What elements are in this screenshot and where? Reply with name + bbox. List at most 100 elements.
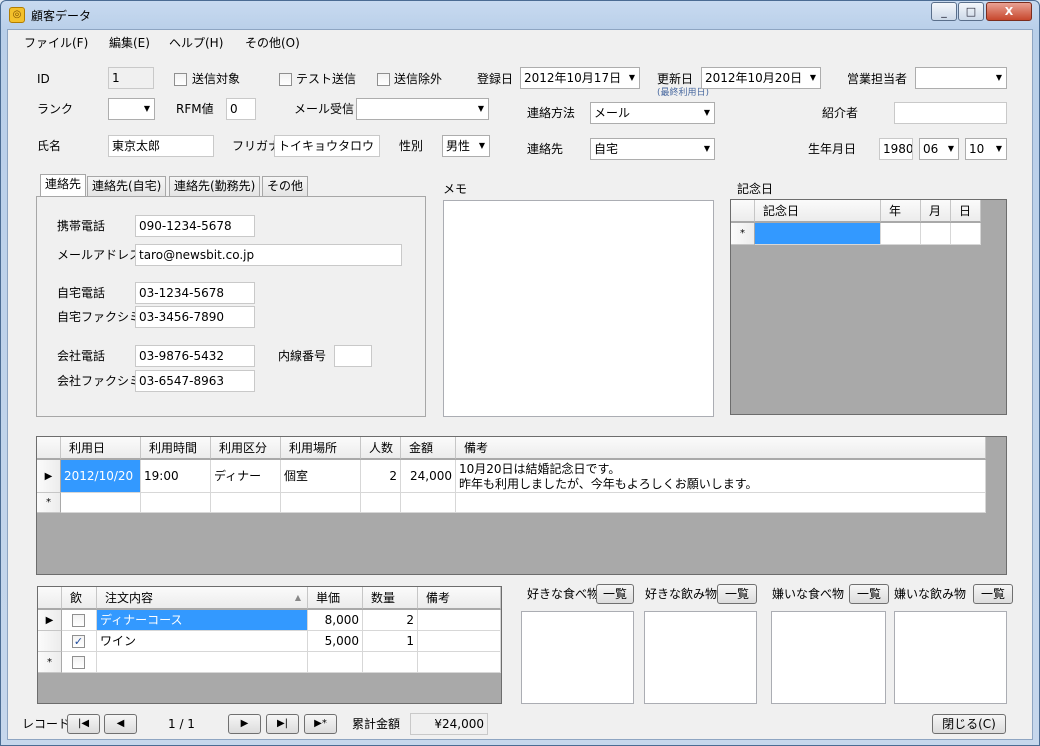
extension-field[interactable]: [334, 345, 372, 367]
usage-new-cell[interactable]: [456, 493, 986, 513]
orders-cell-note[interactable]: [418, 610, 501, 631]
maximize-button[interactable]: □: [958, 2, 984, 21]
email-field[interactable]: taro@newsbit.co.jp: [135, 244, 402, 266]
tab-contact-work[interactable]: 連絡先(勤務先): [169, 176, 261, 197]
orders-cell-price[interactable]: 5,000: [308, 631, 363, 652]
usage-cell-people[interactable]: 2: [361, 460, 401, 493]
mobile-field[interactable]: 090-1234-5678: [135, 215, 255, 237]
orders-new-cell[interactable]: [363, 652, 418, 673]
orders-new-cell[interactable]: [97, 652, 308, 673]
usage-col-date[interactable]: 利用日: [61, 437, 141, 459]
anniversary-cell-date[interactable]: [755, 223, 881, 245]
tab-contact[interactable]: 連絡先: [40, 174, 87, 197]
menu-edit[interactable]: 編集(E): [105, 34, 154, 52]
usage-new-cell[interactable]: [141, 493, 211, 513]
furigana-field[interactable]: トイキョウタロウ: [274, 135, 380, 157]
next-record-button[interactable]: ▶: [228, 714, 261, 734]
prev-record-button[interactable]: ◀: [104, 714, 137, 734]
tab-other[interactable]: その他: [262, 176, 309, 197]
usage-col-people[interactable]: 人数: [361, 437, 401, 459]
update-date-picker[interactable]: 2012年10月20日 ▼: [701, 67, 821, 89]
usage-cell-place[interactable]: 個室: [281, 460, 361, 493]
usage-new-cell[interactable]: [401, 493, 456, 513]
birth-day-combo[interactable]: 10 ▼: [965, 138, 1007, 160]
anniversary-col-date[interactable]: 記念日: [755, 200, 881, 222]
drink-checkbox[interactable]: [72, 614, 85, 627]
register-date-picker[interactable]: 2012年10月17日 ▼: [520, 67, 640, 89]
name-field[interactable]: 東京太郎: [108, 135, 214, 157]
close-button[interactable]: 閉じる(C): [932, 714, 1006, 734]
anniversary-col-year[interactable]: 年: [881, 200, 921, 222]
usage-new-cell[interactable]: [61, 493, 141, 513]
office-fax-field[interactable]: 03-6547-8963: [135, 370, 255, 392]
orders-col-note[interactable]: 備考: [418, 587, 501, 609]
usage-cell-note[interactable]: 10月20日は結婚記念日です。 昨年も利用しましたが、今年もよろしくお願いします…: [456, 460, 986, 493]
orders-cell-item[interactable]: ワイン: [97, 631, 308, 652]
orders-col-drink[interactable]: 飲: [62, 587, 97, 609]
first-record-button[interactable]: |◀: [67, 714, 100, 734]
pref-box-drink-dislike[interactable]: [894, 611, 1007, 704]
usage-col-place[interactable]: 利用場所: [281, 437, 361, 459]
new-record-button[interactable]: ▶*: [304, 714, 337, 734]
mail-receive-combo[interactable]: ▼: [356, 98, 489, 120]
minimize-button[interactable]: _: [931, 2, 957, 21]
drink-checkbox[interactable]: [72, 656, 85, 669]
anniversary-col-day[interactable]: 日: [951, 200, 981, 222]
list-button-drink-like[interactable]: 一覧: [717, 584, 757, 604]
list-button-food-like[interactable]: 一覧: [596, 584, 634, 604]
usage-cell-amount[interactable]: 24,000: [401, 460, 456, 493]
anniversary-col-month[interactable]: 月: [921, 200, 951, 222]
anniversary-cell-year[interactable]: [881, 223, 921, 245]
menu-help[interactable]: ヘルプ(H): [165, 34, 227, 52]
orders-cell-price[interactable]: 8,000: [308, 610, 363, 631]
birth-month-combo[interactable]: 06 ▼: [919, 138, 959, 160]
usage-col-amount[interactable]: 金額: [401, 437, 456, 459]
usage-new-cell[interactable]: [361, 493, 401, 513]
tab-contact-home[interactable]: 連絡先(自宅): [87, 176, 167, 197]
id-field[interactable]: 1: [108, 67, 154, 89]
orders-col-price[interactable]: 単価: [308, 587, 363, 609]
send-target-checkbox[interactable]: [174, 73, 187, 86]
home-fax-field[interactable]: 03-3456-7890: [135, 306, 255, 328]
anniversary-cell-day[interactable]: [951, 223, 981, 245]
pref-box-food-dislike[interactable]: [771, 611, 886, 704]
last-record-button[interactable]: ▶|: [266, 714, 299, 734]
drink-checkbox[interactable]: ✓: [72, 635, 85, 648]
usage-new-cell[interactable]: [281, 493, 361, 513]
rank-combo[interactable]: ▼: [108, 98, 155, 120]
menu-file[interactable]: ファイル(F): [20, 34, 92, 52]
rfm-field[interactable]: 0: [226, 98, 256, 120]
list-button-drink-dislike[interactable]: 一覧: [973, 584, 1013, 604]
contact-method-combo[interactable]: メール ▼: [590, 102, 715, 124]
orders-cell-qty[interactable]: 1: [363, 631, 418, 652]
gender-combo[interactable]: 男性 ▼: [442, 135, 490, 157]
usage-cell-type[interactable]: ディナー: [211, 460, 281, 493]
usage-new-cell[interactable]: [211, 493, 281, 513]
home-tel-field[interactable]: 03-1234-5678: [135, 282, 255, 304]
birth-year-field[interactable]: 1980: [879, 138, 913, 160]
list-button-food-dislike[interactable]: 一覧: [849, 584, 889, 604]
usage-col-time[interactable]: 利用時間: [141, 437, 211, 459]
anniversary-cell-month[interactable]: [921, 223, 951, 245]
orders-col-item[interactable]: 注文内容 ▲: [97, 587, 308, 609]
orders-cell-qty[interactable]: 2: [363, 610, 418, 631]
orders-new-cell[interactable]: [418, 652, 501, 673]
memo-textarea[interactable]: [443, 200, 714, 417]
test-send-checkbox[interactable]: [279, 73, 292, 86]
orders-cell-item[interactable]: ディナーコース: [97, 610, 308, 631]
orders-cell-note[interactable]: [418, 631, 501, 652]
orders-col-qty[interactable]: 数量: [363, 587, 418, 609]
send-exclude-checkbox[interactable]: [377, 73, 390, 86]
introducer-field[interactable]: [894, 102, 1007, 124]
menu-other[interactable]: その他(O): [241, 34, 304, 52]
pref-box-drink-like[interactable]: [644, 611, 757, 704]
usage-cell-time[interactable]: 19:00: [141, 460, 211, 493]
sales-rep-combo[interactable]: ▼: [915, 67, 1007, 89]
usage-cell-date[interactable]: 2012/10/20: [61, 460, 141, 493]
orders-new-cell[interactable]: [308, 652, 363, 673]
office-tel-field[interactable]: 03-9876-5432: [135, 345, 255, 367]
close-window-button[interactable]: X: [986, 2, 1032, 21]
contact-combo[interactable]: 自宅 ▼: [590, 138, 715, 160]
pref-box-food-like[interactable]: [521, 611, 634, 704]
usage-col-type[interactable]: 利用区分: [211, 437, 281, 459]
